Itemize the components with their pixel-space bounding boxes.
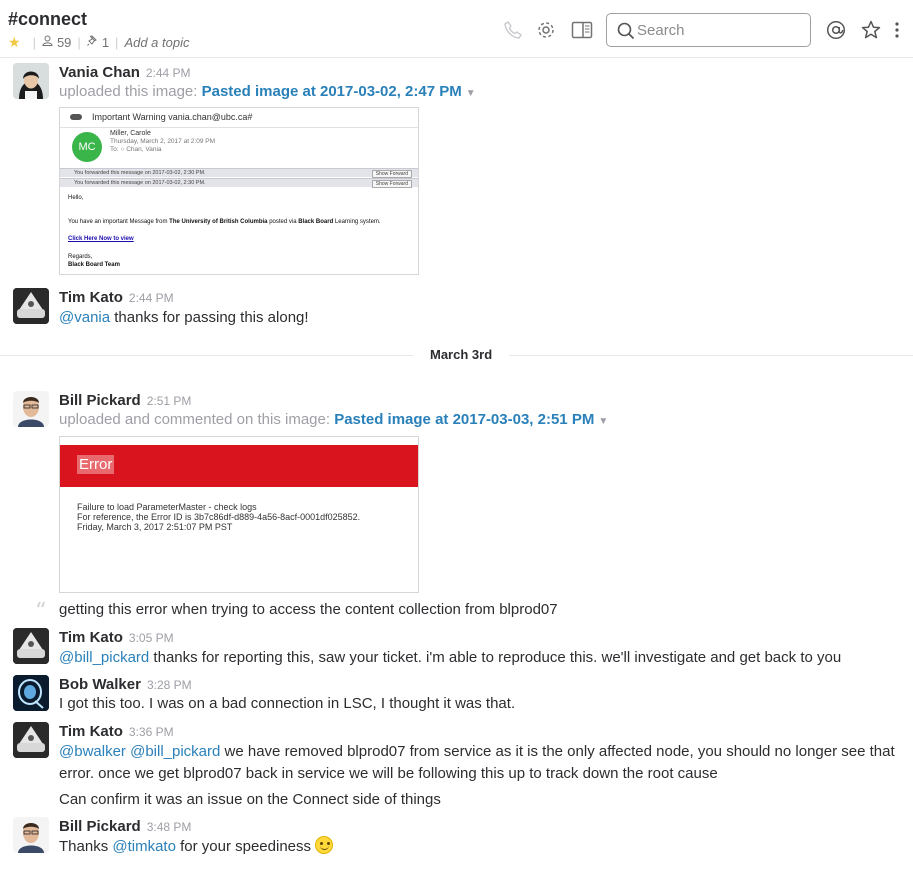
- search-box[interactable]: [606, 13, 811, 47]
- message-text: @vania thanks for passing this along!: [59, 309, 309, 326]
- message-timestamp[interactable]: 3:05 PM: [129, 631, 174, 645]
- message-text: @bill_pickard thanks for reporting this,…: [59, 649, 842, 666]
- email-image-preview[interactable]: Important Warning vania.chan@ubc.ca# MC …: [59, 107, 419, 275]
- message-author[interactable]: Vania Chan 2:44 PM: [59, 64, 191, 81]
- mention-icon[interactable]: [826, 20, 846, 40]
- error-image-preview[interactable]: Error Failure to load ParameterMaster - …: [59, 436, 419, 593]
- message-author[interactable]: Bill Pickard 2:51 PM: [59, 392, 191, 409]
- message-text: Thanks @timkato for your speediness: [59, 836, 334, 858]
- avatar[interactable]: [13, 63, 49, 99]
- star-outline-icon[interactable]: [861, 20, 881, 40]
- more-icon[interactable]: [893, 20, 903, 40]
- pin-count[interactable]: 1: [102, 35, 109, 50]
- message-text: error. once we get blprod07 back in serv…: [59, 765, 718, 782]
- message-timestamp[interactable]: 2:44 PM: [129, 291, 174, 305]
- user-mention[interactable]: @bwalker: [59, 743, 126, 760]
- avatar[interactable]: [13, 391, 49, 427]
- avatar[interactable]: [13, 675, 49, 711]
- message-author[interactable]: Tim Kato 2:44 PM: [59, 289, 174, 306]
- file-link[interactable]: Pasted image at 2017-03-02, 2:47 PM: [202, 83, 462, 100]
- email-subject: Important Warning vania.chan@ubc.ca#: [60, 108, 418, 128]
- member-count[interactable]: 59: [57, 35, 71, 50]
- message-author[interactable]: Tim Kato 3:36 PM: [59, 723, 174, 740]
- message-timestamp[interactable]: 3:28 PM: [147, 678, 192, 692]
- message-author[interactable]: Bill Pickard 3:48 PM: [59, 818, 191, 835]
- search-input[interactable]: [637, 20, 802, 40]
- sender-avatar: MC: [72, 132, 102, 162]
- file-link[interactable]: Pasted image at 2017-03-03, 2:51 PM: [334, 411, 594, 428]
- user-mention[interactable]: @vania: [59, 309, 110, 326]
- avatar[interactable]: [13, 722, 49, 758]
- avatar[interactable]: [13, 288, 49, 324]
- channel-header: #connect ★ | 59 | 1 | Add a topic: [0, 0, 913, 58]
- message-timestamp[interactable]: 3:48 PM: [147, 820, 192, 834]
- upload-line: uploaded this image: Pasted image at 201…: [59, 83, 476, 100]
- add-topic-link[interactable]: Add a topic: [124, 35, 189, 50]
- user-mention[interactable]: @timkato: [112, 838, 176, 855]
- message-text: I got this too. I was on a bad connectio…: [59, 695, 516, 712]
- file-comment: getting this error when trying to access…: [59, 601, 558, 618]
- upload-line: uploaded and commented on this image: Pa…: [59, 411, 609, 428]
- gear-icon[interactable]: [536, 20, 556, 40]
- channel-meta: ★ | 59 | 1 | Add a topic: [8, 33, 190, 51]
- message-timestamp[interactable]: 2:51 PM: [147, 394, 192, 408]
- pin-icon[interactable]: [86, 34, 98, 49]
- chevron-down-icon[interactable]: ▼: [598, 416, 608, 427]
- message-timestamp[interactable]: 2:44 PM: [146, 66, 191, 80]
- star-icon[interactable]: ★: [8, 34, 21, 51]
- quote-icon: “: [35, 599, 47, 624]
- message-author[interactable]: Bob Walker 3:28 PM: [59, 676, 192, 693]
- message-author[interactable]: Tim Kato 3:05 PM: [59, 629, 174, 646]
- search-icon: [617, 22, 635, 40]
- date-divider: March 3rd: [413, 347, 510, 362]
- message-text: @bwalker @bill_pickard we have removed b…: [59, 743, 895, 760]
- smiley-emoji-icon: [315, 836, 334, 854]
- message-timestamp[interactable]: 3:36 PM: [129, 725, 174, 739]
- envelope-icon: [70, 114, 82, 120]
- channel-title[interactable]: #connect: [8, 9, 87, 30]
- user-mention[interactable]: @bill_pickard: [130, 743, 220, 760]
- avatar[interactable]: [13, 817, 49, 853]
- chevron-down-icon[interactable]: ▼: [466, 88, 476, 99]
- members-icon[interactable]: [42, 35, 53, 49]
- call-icon[interactable]: [503, 20, 523, 40]
- user-mention[interactable]: @bill_pickard: [59, 649, 149, 666]
- avatar[interactable]: [13, 628, 49, 664]
- sidebar-toggle-icon[interactable]: [571, 20, 593, 40]
- message-text: Can confirm it was an issue on the Conne…: [59, 791, 441, 808]
